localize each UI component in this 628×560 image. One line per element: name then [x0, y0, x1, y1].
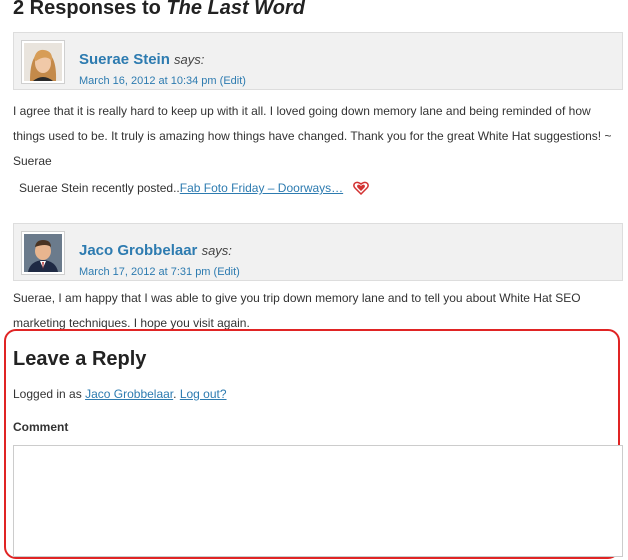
logged-in-line: Logged in as Jaco Grobbelaar. Log out? — [13, 387, 227, 401]
comment-textarea[interactable] — [13, 445, 623, 557]
logged-in-separator: . — [173, 387, 180, 401]
comment-label: Comment — [13, 420, 69, 434]
comment-date-link[interactable]: March 17, 2012 at 7:31 pm — [79, 266, 210, 278]
post-title: The Last Word — [166, 0, 305, 19]
author-name-link[interactable]: Suerae Stein — [79, 51, 170, 68]
author-line: Jaco Grobbelaar says: — [79, 242, 232, 259]
comment-header: Jaco Grobbelaar says: March 17, 2012 at … — [13, 223, 623, 281]
comment-header: Suerae Stein says: March 16, 2012 at 10:… — [13, 32, 623, 90]
author-line: Suerae Stein says: — [79, 51, 204, 68]
says-label: says: — [201, 243, 232, 258]
logged-in-user-link[interactable]: Jaco Grobbelaar — [85, 387, 173, 401]
recently-posted: Suerae Stein recently posted..Fab Foto F… — [19, 179, 369, 200]
avatar[interactable] — [21, 231, 65, 275]
responses-heading: 2 Responses to The Last Word — [13, 0, 305, 20]
author-name-link[interactable]: Jaco Grobbelaar — [79, 242, 197, 259]
recent-post-link[interactable]: Fab Foto Friday – Doorways… — [180, 181, 343, 195]
edit-link[interactable]: (Edit) — [214, 266, 240, 278]
comment-meta: March 17, 2012 at 7:31 pm (Edit) — [79, 266, 240, 278]
heart-icon[interactable] — [352, 181, 369, 200]
comment-meta: March 16, 2012 at 10:34 pm (Edit) — [79, 75, 246, 87]
avatar[interactable] — [21, 40, 65, 84]
recently-posted-label: Suerae Stein recently posted.. — [19, 181, 180, 195]
comment-body: I agree that it is really hard to keep u… — [13, 104, 612, 168]
says-label: says: — [174, 52, 205, 67]
responses-heading-text: 2 Responses to — [13, 0, 161, 19]
reply-title: Leave a Reply — [13, 348, 147, 370]
comment-date-link[interactable]: March 16, 2012 at 10:34 pm — [79, 75, 217, 87]
logout-link[interactable]: Log out? — [180, 387, 227, 401]
edit-link[interactable]: (Edit) — [220, 75, 246, 87]
logged-in-label: Logged in as — [13, 387, 82, 401]
